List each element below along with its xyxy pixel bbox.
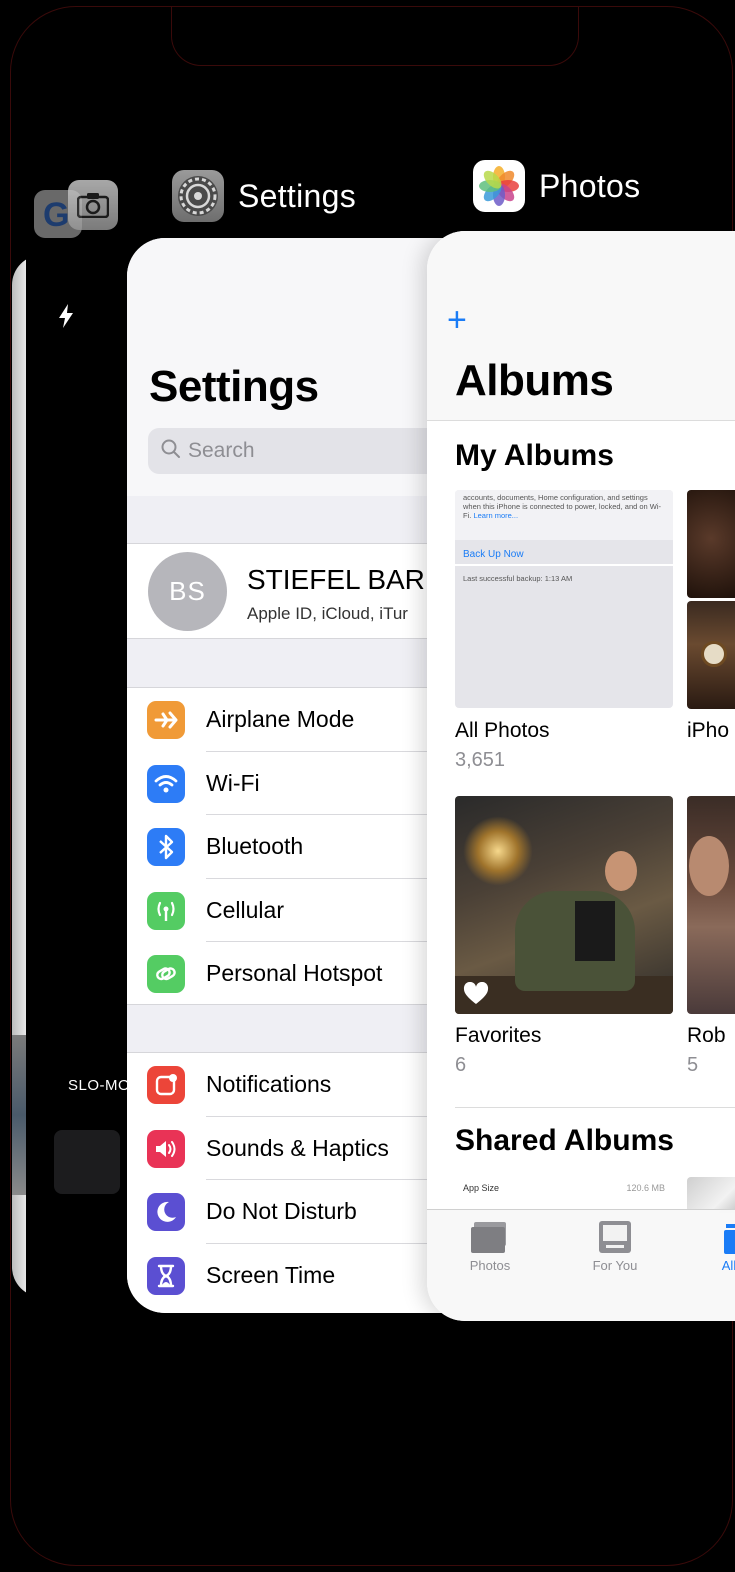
photos-app-card[interactable]: + Albums My Albums accounts, documents, … — [427, 231, 735, 1321]
divider — [455, 1107, 735, 1108]
camera-last-photo-thumbnail[interactable] — [54, 1130, 120, 1194]
sounds-icon — [147, 1129, 185, 1168]
settings-row-label: Sounds & Haptics — [206, 1134, 389, 1161]
album-name: Rob — [687, 1024, 726, 1047]
notch — [171, 7, 579, 66]
settings-row-label: Screen Time — [206, 1261, 336, 1288]
thumbnail-text: accounts, documents, Home configuration,… — [463, 493, 662, 520]
thumbnail-row-value: 120.6 MB — [626, 1183, 665, 1193]
album-count: 6 — [455, 1054, 467, 1076]
camera-viewfinder-edge — [12, 255, 26, 1297]
search-icon — [161, 439, 180, 458]
airplane-icon — [147, 701, 185, 739]
shared-albums-heading: Shared Albums — [455, 1124, 674, 1157]
settings-app-header[interactable]: Settings — [172, 170, 356, 222]
album-count: 5 — [687, 1054, 699, 1076]
camera-app-icon[interactable] — [68, 180, 118, 230]
hourglass-icon — [147, 1256, 185, 1295]
thumbnail-last-backup: Last successful backup: 1:13 AM — [463, 574, 573, 583]
album-name: All Photos — [455, 719, 550, 742]
thumbnail-row-label: App Size — [463, 1183, 500, 1193]
settings-row-label: Airplane Mode — [206, 706, 355, 732]
tab-bar: Photos For You All — [427, 1209, 735, 1321]
hotspot-icon — [147, 955, 185, 993]
photos-app-header[interactable]: Photos — [473, 160, 640, 212]
heart-icon — [463, 982, 489, 1004]
moon-icon — [147, 1193, 185, 1231]
rob-album-thumbnail[interactable] — [687, 796, 735, 1014]
album-count: 3,651 — [455, 749, 506, 771]
thumbnail-backup-link: Back Up Now — [463, 549, 524, 560]
settings-row-label: Wi-Fi — [206, 769, 260, 796]
page-title: Settings — [149, 362, 319, 411]
photos-tab-icon — [471, 1222, 506, 1253]
iphone-album-thumbnail[interactable] — [687, 490, 735, 598]
settings-row-label: Do Not Disturb — [206, 1198, 357, 1224]
shared-album-thumbnail[interactable]: App Size 120.6 MB — [455, 1173, 673, 1213]
cellular-icon — [147, 891, 185, 930]
shared-album-thumbnail-2[interactable] — [687, 1177, 735, 1213]
camera-mode-label[interactable]: SLO-MO — [68, 1077, 130, 1094]
settings-app-name: Settings — [238, 177, 357, 214]
album-name: Favorites — [455, 1024, 542, 1047]
page-title: Albums — [455, 356, 614, 405]
settings-gear-icon — [172, 170, 224, 222]
search-placeholder: Search — [188, 439, 255, 462]
settings-row-label: Notifications — [206, 1071, 332, 1097]
tab-for-you[interactable]: For You — [582, 1220, 648, 1273]
flash-icon[interactable] — [56, 303, 76, 329]
photos-app-name: Photos — [539, 167, 641, 204]
albums-tab-icon — [724, 1224, 735, 1254]
wifi-icon — [147, 764, 185, 803]
avatar: BS — [148, 552, 227, 631]
my-albums-heading: My Albums — [455, 439, 614, 472]
photos-flower-icon — [473, 160, 525, 212]
tab-photos[interactable]: Photos — [457, 1220, 523, 1273]
notifications-icon — [147, 1066, 185, 1104]
album-name: iPho — [687, 719, 730, 742]
iphone-album-thumbnail-2[interactable] — [687, 601, 735, 709]
profile-subtitle: Apple ID, iCloud, iTur — [247, 604, 408, 623]
all-photos-album-thumbnail[interactable]: accounts, documents, Home configuration,… — [455, 490, 673, 708]
settings-row-label: Cellular — [206, 896, 284, 923]
bluetooth-icon — [147, 828, 185, 866]
add-album-button[interactable]: + — [447, 301, 467, 340]
settings-row-label: Bluetooth — [206, 833, 304, 859]
settings-row-label: Personal Hotspot — [206, 960, 383, 986]
google-letter: G — [43, 196, 70, 234]
profile-name: STIEFEL BAR — [247, 564, 425, 595]
tab-albums[interactable]: All — [709, 1220, 735, 1273]
for-you-tab-icon — [599, 1221, 631, 1253]
favorites-album-thumbnail[interactable] — [455, 796, 673, 1014]
